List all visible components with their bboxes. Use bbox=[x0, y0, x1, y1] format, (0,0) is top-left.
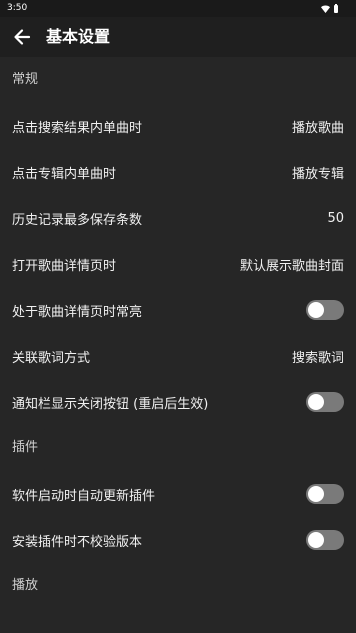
status-bar: 3:50 bbox=[0, 0, 356, 17]
skip-plugin-version-check-toggle[interactable] bbox=[306, 530, 344, 550]
keep-screen-on-toggle[interactable] bbox=[306, 300, 344, 320]
app-bar: 基本设置 bbox=[0, 17, 356, 57]
setting-value: 播放专辑 bbox=[291, 166, 344, 182]
auto-update-plugins-toggle[interactable] bbox=[306, 484, 344, 504]
section-header-general: 常规 bbox=[12, 72, 39, 87]
setting-auto-update-plugins: 软件启动时自动更新插件 bbox=[0, 471, 356, 517]
setting-value: 默认展示歌曲封面 bbox=[239, 258, 344, 274]
setting-label: 打开歌曲详情页时 bbox=[12, 258, 117, 274]
notification-close-button-toggle[interactable] bbox=[306, 392, 344, 412]
setting-label: 通知栏显示关闭按钮 (重启后生效) bbox=[12, 396, 209, 412]
setting-keep-screen-on: 处于歌曲详情页时常亮 bbox=[0, 287, 356, 333]
battery-icon bbox=[334, 4, 338, 13]
setting-song-detail-default[interactable]: 打开歌曲详情页时 默认展示歌曲封面 bbox=[0, 241, 356, 287]
back-button[interactable] bbox=[8, 23, 36, 51]
setting-label: 软件启动时自动更新插件 bbox=[12, 488, 156, 504]
setting-album-track-click[interactable]: 点击专辑内单曲时 播放专辑 bbox=[0, 149, 356, 195]
setting-history-max-count[interactable]: 历史记录最多保存条数 50 bbox=[0, 195, 356, 241]
status-icons bbox=[321, 4, 338, 13]
toggle-knob bbox=[308, 394, 324, 410]
setting-value: 50 bbox=[327, 210, 344, 226]
setting-value: 播放歌曲 bbox=[291, 120, 344, 136]
setting-label: 点击搜索结果内单曲时 bbox=[12, 120, 143, 136]
setting-lyric-association[interactable]: 关联歌词方式 搜索歌词 bbox=[0, 333, 356, 379]
setting-notification-close-button: 通知栏显示关闭按钮 (重启后生效) bbox=[0, 379, 356, 425]
arrow-left-icon bbox=[14, 29, 31, 45]
wifi-icon bbox=[321, 5, 330, 13]
section-header-playback: 播放 bbox=[12, 578, 39, 593]
section-header-plugins: 插件 bbox=[12, 440, 39, 455]
page-title: 基本设置 bbox=[46, 27, 111, 46]
toggle-knob bbox=[308, 532, 324, 548]
toggle-knob bbox=[308, 486, 324, 502]
setting-label: 点击专辑内单曲时 bbox=[12, 166, 117, 182]
setting-skip-plugin-version-check: 安装插件时不校验版本 bbox=[0, 517, 356, 563]
setting-search-result-click[interactable]: 点击搜索结果内单曲时 播放歌曲 bbox=[0, 103, 356, 149]
setting-label: 关联歌词方式 bbox=[12, 350, 91, 366]
toggle-knob bbox=[308, 302, 324, 318]
setting-value: 搜索歌词 bbox=[291, 350, 344, 366]
status-time: 3:50 bbox=[7, 3, 28, 13]
setting-label: 历史记录最多保存条数 bbox=[12, 212, 143, 228]
settings-list: 常规 点击搜索结果内单曲时 播放歌曲 点击专辑内单曲时 播放专辑 历史记录最多保… bbox=[0, 57, 356, 609]
setting-label: 处于歌曲详情页时常亮 bbox=[12, 304, 143, 320]
setting-label: 安装插件时不校验版本 bbox=[12, 534, 143, 550]
